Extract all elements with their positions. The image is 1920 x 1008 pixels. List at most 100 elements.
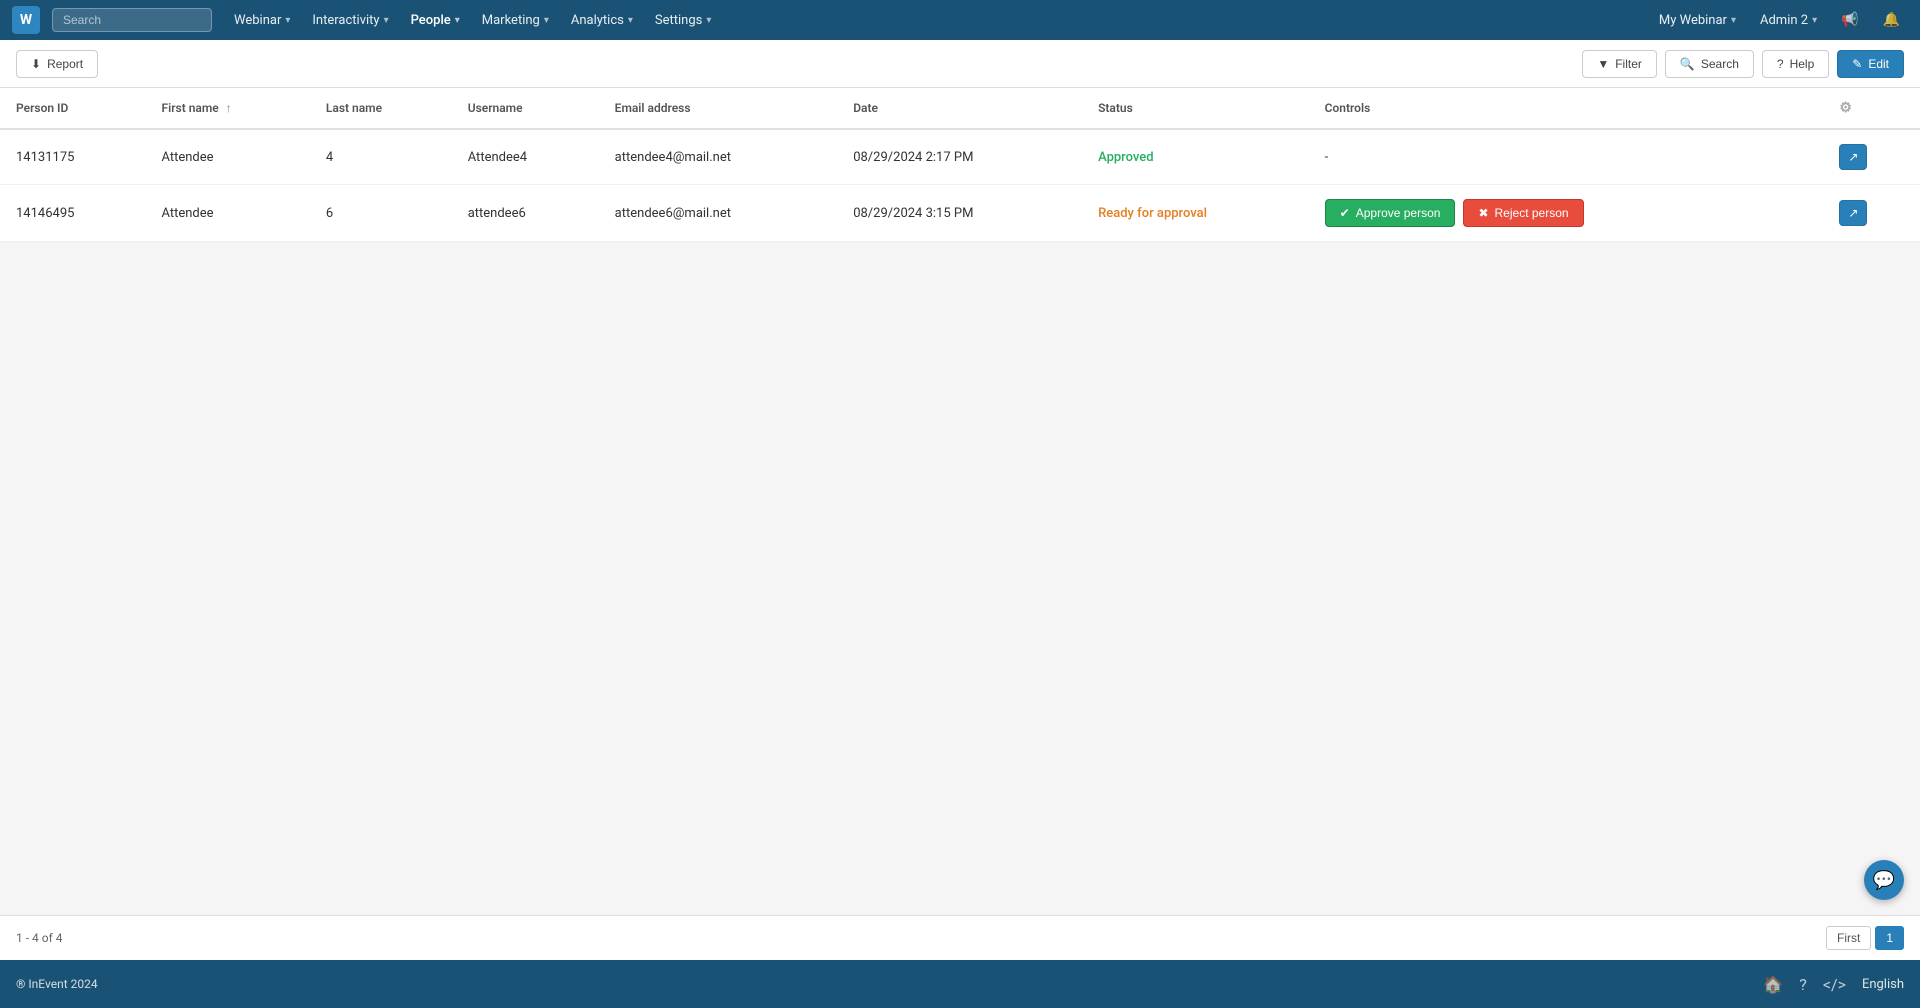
col-header-email: Email address [599, 88, 838, 129]
col-header-controls: Controls [1309, 88, 1824, 129]
chevron-down-icon: ▾ [384, 15, 389, 26]
report-button[interactable]: ⬇ Report [16, 50, 98, 78]
nav-bell-button[interactable]: 🔔 [1875, 8, 1908, 32]
range-text: 1 - 4 of 4 [16, 931, 62, 945]
toolbar-right: ▼ Filter 🔍 Search ? Help ✎ Edit [1582, 50, 1904, 78]
reject-person-button[interactable]: ✖ Reject person [1463, 199, 1583, 227]
people-table-container: Person ID First name ↑ Last name Usernam… [0, 88, 1920, 242]
cell-controls: - [1309, 129, 1824, 185]
chevron-down-icon: ▾ [1731, 15, 1736, 26]
col-header-date: Date [837, 88, 1082, 129]
copyright-text: ® InEvent 2024 [16, 977, 98, 991]
search-button[interactable]: 🔍 Search [1665, 50, 1754, 78]
chat-bubble-button[interactable]: 💬 [1864, 860, 1904, 900]
controls-container: ✔ Approve person ✖ Reject person [1325, 199, 1808, 227]
controls-dash: - [1325, 150, 1329, 165]
cell-username: attendee6 [452, 185, 599, 242]
cell-person-id: 14131175 [0, 129, 145, 185]
nav-item-people[interactable]: People ▾ [401, 7, 470, 34]
col-header-first-name[interactable]: First name ↑ [145, 88, 309, 129]
nav-megaphone-button[interactable]: 📢 [1833, 8, 1866, 32]
help-icon: ? [1777, 57, 1784, 71]
status-badge: Approved [1098, 150, 1154, 165]
chat-icon: 💬 [1873, 870, 1895, 891]
edit-row-button[interactable]: ↗ [1839, 200, 1867, 226]
nav-search-input[interactable] [52, 8, 212, 32]
code-icon[interactable]: </> [1823, 975, 1846, 994]
page-1-button[interactable]: 1 [1875, 926, 1904, 950]
nav-item-marketing[interactable]: Marketing ▾ [472, 7, 559, 34]
cell-person-id: 14146495 [0, 185, 145, 242]
cell-status: Ready for approval [1082, 185, 1309, 242]
col-header-status: Status [1082, 88, 1309, 129]
approve-person-button[interactable]: ✔ Approve person [1325, 199, 1456, 227]
chevron-down-icon: ▾ [285, 15, 290, 26]
status-badge: Ready for approval [1098, 206, 1207, 221]
report-icon: ⬇ [31, 57, 41, 71]
home-icon[interactable]: 🏠 [1763, 975, 1783, 994]
people-table: Person ID First name ↑ Last name Usernam… [0, 88, 1920, 242]
toolbar: ⬇ Report ▼ Filter 🔍 Search ? Help ✎ Edit [0, 40, 1920, 88]
chevron-down-icon: ▾ [706, 15, 711, 26]
cell-action: ↗ [1823, 185, 1920, 242]
bottom-bar-right: 🏠 ? </> English [1763, 975, 1904, 994]
external-link-icon: ↗ [1848, 150, 1858, 164]
cell-last-name: 6 [310, 185, 452, 242]
cell-username: Attendee4 [452, 129, 599, 185]
help-button[interactable]: ? Help [1762, 50, 1829, 78]
nav-item-interactivity[interactable]: Interactivity ▾ [302, 7, 398, 34]
chevron-down-icon: ▾ [628, 15, 633, 26]
approve-icon: ✔ [1340, 206, 1350, 220]
col-header-person-id: Person ID [0, 88, 145, 129]
edit-row-button[interactable]: ↗ [1839, 144, 1867, 170]
edit-icon: ✎ [1852, 57, 1862, 71]
external-link-icon: ↗ [1848, 206, 1858, 220]
megaphone-icon: 📢 [1841, 12, 1858, 28]
cell-first-name: Attendee [145, 129, 309, 185]
nav-webinar-selector[interactable]: My Webinar ▾ [1651, 9, 1744, 32]
nav-admin-selector[interactable]: Admin 2 ▾ [1752, 9, 1825, 32]
nav-item-analytics[interactable]: Analytics ▾ [561, 7, 643, 34]
controls-container: - [1325, 150, 1808, 165]
table-row: 14146495 Attendee 6 attendee6 attendee6@… [0, 185, 1920, 242]
sort-up-icon: ↑ [226, 101, 232, 115]
col-header-last-name: Last name [310, 88, 452, 129]
cell-last-name: 4 [310, 129, 452, 185]
nav-right-section: My Webinar ▾ Admin 2 ▾ 📢 🔔 [1651, 8, 1908, 32]
table-row: 14131175 Attendee 4 Attendee4 attendee4@… [0, 129, 1920, 185]
bell-icon: 🔔 [1883, 12, 1900, 28]
content-area: Person ID First name ↑ Last name Usernam… [0, 88, 1920, 915]
settings-gear-icon[interactable]: ⚙ [1839, 100, 1852, 116]
chevron-down-icon: ▾ [1812, 15, 1817, 26]
nav-item-webinar[interactable]: Webinar ▾ [224, 7, 300, 34]
nav-menu: Webinar ▾ Interactivity ▾ People ▾ Marke… [224, 7, 1647, 34]
app-logo[interactable]: W [12, 6, 40, 34]
filter-button[interactable]: ▼ Filter [1582, 50, 1657, 78]
bottom-bar: ® InEvent 2024 🏠 ? </> English [0, 960, 1920, 1008]
cell-email: attendee4@mail.net [599, 129, 838, 185]
question-icon[interactable]: ? [1799, 975, 1807, 994]
cell-date: 08/29/2024 3:15 PM [837, 185, 1082, 242]
cell-status: Approved [1082, 129, 1309, 185]
language-selector[interactable]: English [1862, 977, 1904, 992]
cell-action: ↗ [1823, 129, 1920, 185]
cell-first-name: Attendee [145, 185, 309, 242]
cell-controls: ✔ Approve person ✖ Reject person [1309, 185, 1824, 242]
nav-item-settings[interactable]: Settings ▾ [645, 7, 722, 34]
footer-bar: 1 - 4 of 4 First 1 [0, 915, 1920, 960]
cell-date: 08/29/2024 2:17 PM [837, 129, 1082, 185]
reject-icon: ✖ [1478, 206, 1488, 220]
first-page-button[interactable]: First [1826, 926, 1871, 950]
cell-email: attendee6@mail.net [599, 185, 838, 242]
col-header-settings[interactable]: ⚙ [1823, 88, 1920, 129]
table-header: Person ID First name ↑ Last name Usernam… [0, 88, 1920, 129]
search-icon: 🔍 [1680, 57, 1695, 71]
col-header-username: Username [452, 88, 599, 129]
table-body: 14131175 Attendee 4 Attendee4 attendee4@… [0, 129, 1920, 242]
top-navigation: W Webinar ▾ Interactivity ▾ People ▾ Mar… [0, 0, 1920, 40]
pagination: First 1 [1826, 926, 1904, 950]
chevron-down-icon: ▾ [455, 15, 460, 26]
edit-button[interactable]: ✎ Edit [1837, 50, 1904, 78]
chevron-down-icon: ▾ [544, 15, 549, 26]
main-content: ⬇ Report ▼ Filter 🔍 Search ? Help ✎ Edit [0, 40, 1920, 960]
